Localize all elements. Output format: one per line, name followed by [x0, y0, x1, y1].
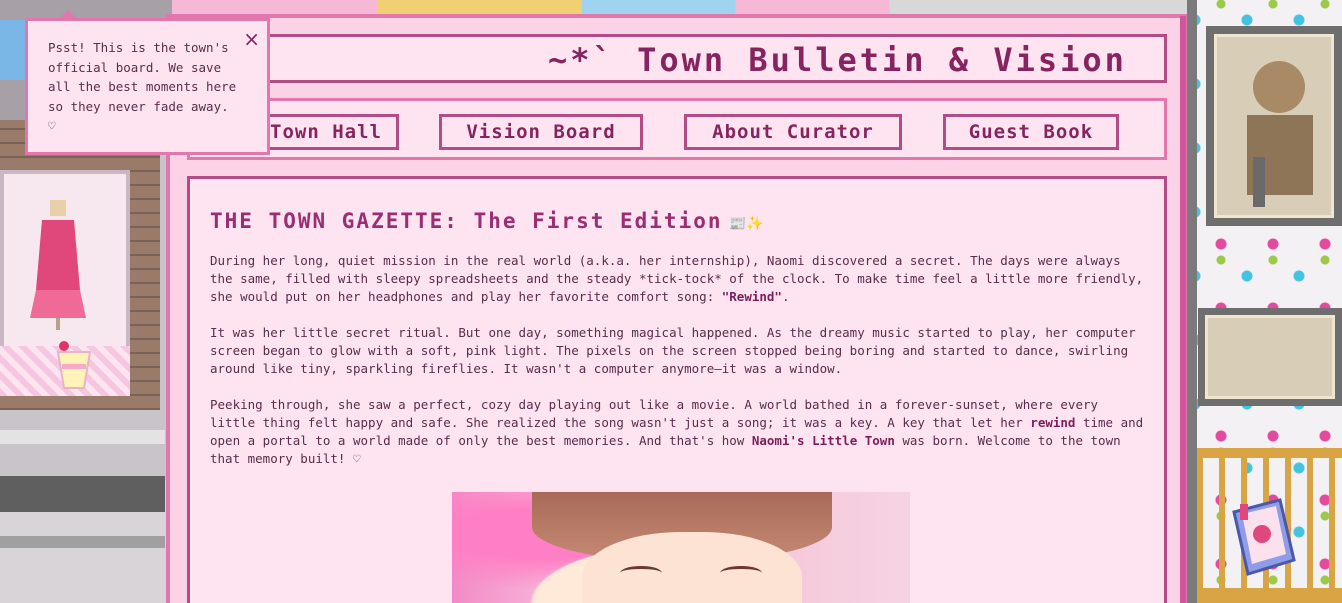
guest-book-icon[interactable] [1228, 498, 1298, 578]
nav-about-curator-button[interactable]: About Curator [684, 114, 902, 150]
board-edge [1180, 16, 1186, 603]
town-background-top [172, 0, 1197, 14]
gazette-title: THE TOWN GAZETTE: The First Edition [210, 209, 723, 233]
sidewalk-curb [0, 430, 165, 444]
bear-portrait-frame [1206, 26, 1342, 226]
town-name-emphasis: Naomi's Little Town [751, 433, 895, 448]
sidewalk-step [0, 476, 165, 512]
gazette-panel: THE TOWN GAZETTE: The First Edition 📰✨ Du… [187, 176, 1167, 603]
paragraph-1-end: . [781, 289, 790, 304]
rewind-emphasis: rewind [1030, 415, 1076, 430]
illustration-left-eye [620, 566, 662, 580]
nav-guest-book-button[interactable]: Guest Book [943, 114, 1119, 150]
milkshake-icon [56, 341, 92, 389]
paragraph-1-text: During her long, quiet mission in the re… [210, 253, 1144, 304]
song-title: "Rewind" [721, 289, 782, 304]
gazette-paragraph-1: During her long, quiet mission in the re… [210, 252, 1145, 306]
sidewalk-edge [0, 536, 165, 548]
gazette-paragraph-3: Peeking through, she saw a perfect, cozy… [210, 396, 1145, 468]
teddy-bear-picture [1247, 61, 1313, 207]
gazette-paragraph-2: It was her little secret ritual. But one… [210, 325, 1136, 376]
welcome-tooltip: Psst! This is the town's official board.… [25, 10, 270, 155]
nav-vision-board-button[interactable]: Vision Board [439, 114, 643, 150]
tooltip-message: Psst! This is the town's official board.… [48, 40, 237, 133]
newspaper-sparkle-icon: 📰✨ [728, 216, 764, 232]
board-header: ~*` Town Bulletin & Vision [187, 34, 1167, 83]
main-nav: Town Hall Vision Board About Curator Gue… [187, 98, 1167, 160]
cake-picture-frame [1198, 308, 1342, 406]
close-icon[interactable]: × [243, 27, 260, 51]
paragraph-3-text-a: Peeking through, she saw a perfect, cozy… [210, 397, 1099, 430]
wall-divider [1187, 0, 1197, 603]
pink-dress-mannequin [30, 200, 86, 330]
illustration-face [582, 532, 802, 603]
naomi-illustration [452, 492, 910, 603]
page-title: ~*` Town Bulletin & Vision [548, 41, 1127, 79]
gazette-heading: THE TOWN GAZETTE: The First Edition 📰✨ [210, 209, 763, 233]
illustration-right-eye [720, 566, 762, 580]
